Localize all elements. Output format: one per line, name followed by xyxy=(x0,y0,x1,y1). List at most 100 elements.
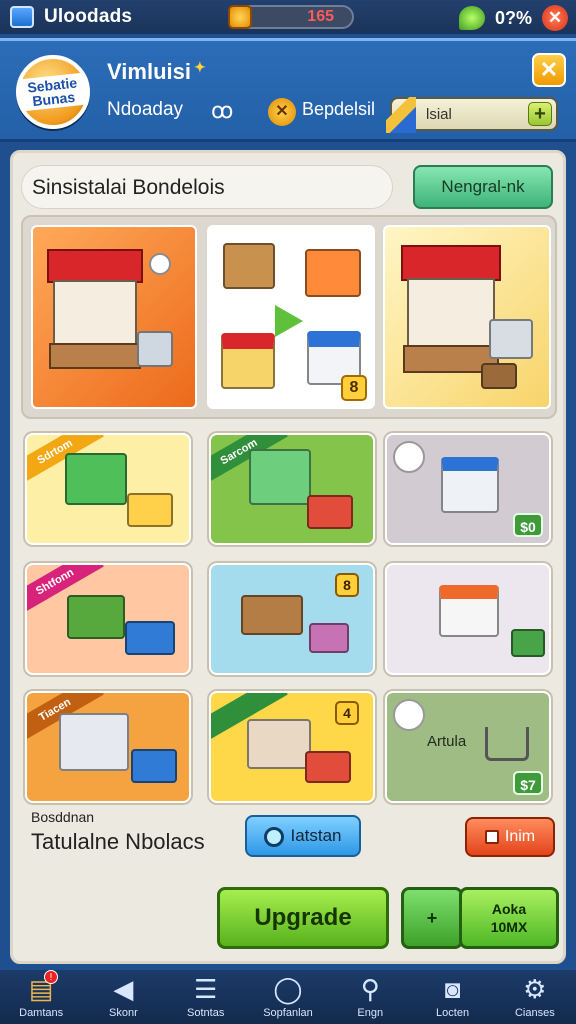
gear-icon: ⚙ xyxy=(523,974,547,1004)
status-bar: Uloodads 165 0?% ✕ xyxy=(0,0,576,34)
book-icon: ▤ xyxy=(28,974,54,1004)
leaf-icon[interactable] xyxy=(458,6,485,30)
nav-label: Skonr xyxy=(109,1007,138,1019)
add-small-button[interactable]: + xyxy=(401,887,463,949)
circle-tag-icon xyxy=(393,699,425,731)
card-label: Artula xyxy=(427,733,467,750)
checkout-illustration xyxy=(489,319,533,359)
coin-counter[interactable]: 165 xyxy=(228,5,354,29)
install-button-label: Iatstan xyxy=(290,826,342,845)
item-card-8[interactable]: 4 xyxy=(209,691,375,803)
register-illustration xyxy=(127,493,173,527)
price-badge: $0 xyxy=(513,513,543,537)
battery-percent: 0?% xyxy=(494,7,532,28)
pack-line2: 10MX xyxy=(490,919,528,935)
nav-label: Cianses xyxy=(514,1007,555,1019)
nav-label: Engn xyxy=(357,1007,384,1019)
price-badge: $7 xyxy=(513,771,543,795)
cash-illustration xyxy=(511,629,545,657)
sub-label: Ndoaday xyxy=(107,99,184,120)
counter-illustration xyxy=(247,719,311,769)
footer-subtitle: Bosddnan xyxy=(31,809,95,825)
item-card-5[interactable]: 8 xyxy=(209,563,375,675)
house-illustration xyxy=(221,333,275,389)
close-icon[interactable]: ✕ xyxy=(542,5,568,31)
nav-item-damtans[interactable]: ▤ ! Damtans xyxy=(0,970,82,1024)
item-card-2[interactable]: Sarcom xyxy=(209,433,375,545)
shop-illustration xyxy=(47,249,143,369)
bonus-icon[interactable]: ✕ xyxy=(268,98,296,126)
item-card-1[interactable]: Sdrtom xyxy=(25,433,191,545)
profile-header: Sebatie Bunas Vimluisi ✦ Ndoaday ꝏ ✕ Bepd… xyxy=(0,38,576,142)
register-illustration xyxy=(131,749,177,783)
footer-title: Tatulalne Nbolacs xyxy=(31,829,205,854)
panel-title: Sinsistalai Bondelois xyxy=(32,176,225,199)
item-card-7[interactable]: Tiacen xyxy=(25,691,191,803)
info-button-label: Inim xyxy=(504,828,536,845)
cart-icon xyxy=(485,727,529,761)
back-icon: ◀ xyxy=(113,974,134,1004)
box-illustration xyxy=(125,621,175,655)
level-badge: 8 xyxy=(341,375,367,401)
nav-item-engn[interactable]: ⚲ Engn xyxy=(329,970,411,1024)
booth-illustration xyxy=(439,585,499,637)
cashier-illustration xyxy=(305,751,351,783)
nav-item-skonr[interactable]: ◀ Skonr xyxy=(82,970,164,1024)
main-panel: Sinsistalai Bondelois Nengral-nk 8 Sdrto… xyxy=(10,150,566,964)
player-name-text: Vimluisi xyxy=(107,59,191,84)
bonus-label: Bepdelsil xyxy=(302,99,376,119)
item-card-6[interactable] xyxy=(385,563,551,675)
goods-illustration xyxy=(309,623,349,653)
status-right: 0?% ✕ xyxy=(458,5,568,31)
star-icon: ✦ xyxy=(193,59,206,75)
store-illustration xyxy=(401,245,501,373)
bottom-nav: ▤ ! Damtans ◀ Skonr ☰ Sotntas ◯ Sopfanla… xyxy=(0,970,576,1024)
nav-label: Sotntas xyxy=(187,1007,225,1019)
info-button[interactable]: Inim xyxy=(465,817,555,857)
player-name: Vimluisi ✦ xyxy=(107,59,206,85)
game-logo: Sebatie Bunas xyxy=(16,55,90,129)
nav-label: Locten xyxy=(436,1007,470,1019)
bow-icon: ꝏ xyxy=(211,98,234,123)
hero-card-store[interactable] xyxy=(383,225,551,409)
top-action-button[interactable]: Nengral-nk xyxy=(413,165,553,209)
nav-item-sopfanlan[interactable]: ◯ Sopfanlan xyxy=(247,970,329,1024)
display-case-illustration xyxy=(59,713,129,771)
table-illustration xyxy=(481,363,517,389)
logo-text: Sebatie Bunas xyxy=(18,72,88,112)
item-card-9[interactable]: Artula $7 xyxy=(385,691,551,803)
pack-button[interactable]: Aoka 10MX xyxy=(459,887,559,949)
list-icon: ☰ xyxy=(194,974,218,1004)
coin-value: 165 xyxy=(307,8,334,25)
nav-item-sotntas[interactable]: ☰ Sotntas xyxy=(165,970,247,1024)
nav-item-cianses[interactable]: ⚙ Cianses xyxy=(494,970,576,1024)
upgrade-button[interactable]: Upgrade xyxy=(217,887,389,949)
nav-label: Sopfanlan xyxy=(263,1007,313,1019)
search-icon: ⚲ xyxy=(360,974,380,1004)
coin-icon xyxy=(228,5,252,29)
kiosk-illustration xyxy=(441,457,499,513)
title-bar: Sinsistalai Bondelois xyxy=(21,165,393,209)
level-badge: 4 xyxy=(335,701,359,725)
close-button[interactable]: ✕ xyxy=(532,53,566,87)
circle-icon: ◯ xyxy=(273,974,303,1004)
shelf-illustration xyxy=(249,449,311,505)
vending-illustration xyxy=(65,453,127,505)
pencil-icon xyxy=(386,97,416,133)
table-illustration xyxy=(241,595,303,635)
add-button[interactable]: + xyxy=(528,102,552,126)
register-illustration xyxy=(137,331,173,367)
hero-card-shop[interactable] xyxy=(31,225,197,409)
hero-card-transform[interactable]: 8 xyxy=(207,225,375,409)
nav-item-locten[interactable]: ◙ Locten xyxy=(411,970,493,1024)
crate-illustration xyxy=(67,595,125,639)
install-button[interactable]: Iatstan xyxy=(245,815,361,857)
item-card-3[interactable]: $0 xyxy=(385,433,551,545)
refresh-icon xyxy=(264,826,285,847)
app-icon xyxy=(10,6,34,28)
stall-illustration xyxy=(223,243,275,289)
speech-bubble-icon xyxy=(149,253,171,275)
search-input[interactable]: lsial + xyxy=(386,97,558,133)
item-card-4[interactable]: Shtfonn xyxy=(25,563,191,675)
hero-banner: 8 xyxy=(21,215,557,419)
